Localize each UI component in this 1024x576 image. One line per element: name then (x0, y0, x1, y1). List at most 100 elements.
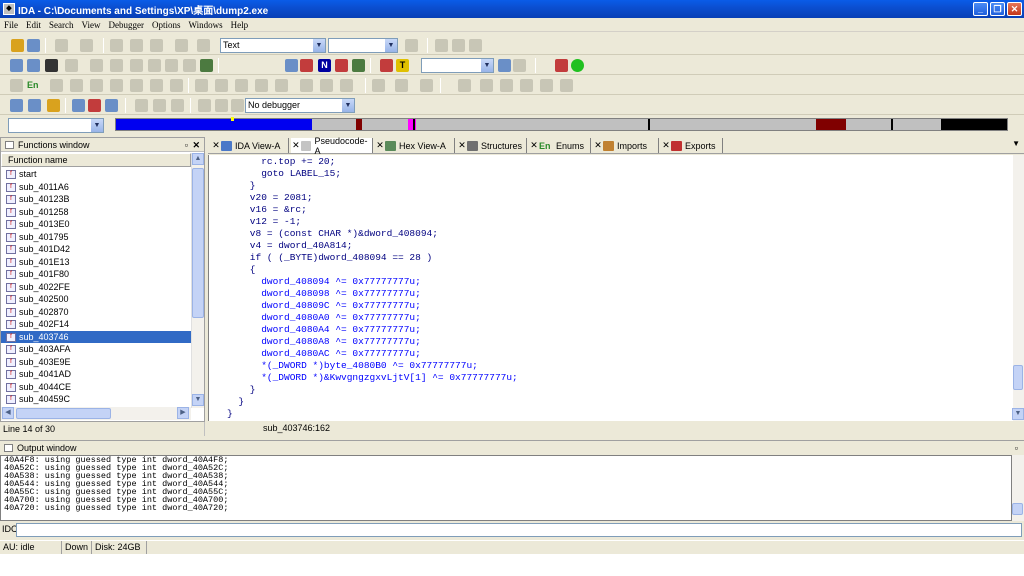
graph-icon[interactable] (10, 59, 23, 72)
bucket-icon[interactable] (165, 59, 178, 72)
tab-ida-view-a[interactable]: ✕ IDA View-A (211, 138, 289, 153)
code-line[interactable]: v8 = (const CHAR *)&dword_408094; (227, 228, 438, 240)
jump-icon[interactable] (197, 39, 210, 52)
type-icon[interactable]: T (396, 59, 409, 72)
code-line[interactable]: dword_40809C ^= 0x77777777u; (227, 300, 421, 312)
colon-icon[interactable] (372, 79, 385, 92)
scroll-thumb[interactable] (16, 408, 111, 419)
tab-imports[interactable]: ✕ Imports (593, 138, 659, 153)
flowchart-icon[interactable] (500, 79, 513, 92)
function-list-item[interactable]: f sub_40123B (1, 193, 191, 206)
code-line[interactable]: *(_DWORD *)byte_4080B0 ^= 0x77777777u; (227, 360, 478, 372)
edit-icon[interactable] (320, 79, 333, 92)
offset-icon[interactable] (90, 79, 103, 92)
menu-search[interactable]: Search (45, 20, 78, 30)
scroll-right-icon[interactable]: ▶ (177, 407, 189, 419)
menu-options[interactable]: Options (148, 20, 185, 30)
tab-structures[interactable]: ✕ Structures (457, 138, 527, 153)
struct-icon[interactable] (148, 59, 161, 72)
functions-vertical-scrollbar[interactable]: ▲ ▼ (191, 153, 204, 408)
close-pane-icon[interactable]: ✕ (192, 138, 200, 152)
menu-debugger[interactable]: Debugger (104, 20, 148, 30)
windows-icon[interactable] (10, 99, 23, 112)
segment-s-icon[interactable] (235, 79, 248, 92)
function-list-item[interactable]: f sub_4011A6 (1, 181, 191, 194)
search-text-icon[interactable] (150, 39, 163, 52)
function-list-item[interactable]: f sub_402870 (1, 306, 191, 319)
k-icon[interactable] (255, 79, 268, 92)
close-tab-icon[interactable]: ✕ (211, 140, 221, 151)
close-tab-icon[interactable]: ✕ (457, 140, 467, 151)
menu-help[interactable]: Help (227, 20, 253, 30)
repeat-icon[interactable] (300, 79, 313, 92)
array-icon[interactable] (130, 59, 143, 72)
minimize-button[interactable]: _ (973, 2, 988, 16)
search-next-icon[interactable] (130, 39, 143, 52)
idc-command-input[interactable] (16, 523, 1022, 537)
nav-band-combo[interactable]: ▼ (8, 118, 104, 133)
call-graph-icon[interactable] (540, 79, 553, 92)
data-icon[interactable] (90, 59, 103, 72)
scroll-down-icon[interactable]: ▼ (1012, 408, 1024, 420)
grid-icon[interactable] (183, 59, 196, 72)
star-icon[interactable] (215, 79, 228, 92)
user-graph-icon[interactable] (560, 79, 573, 92)
function-list-item[interactable]: f sub_4022FE (1, 281, 191, 294)
strings-icon[interactable] (352, 59, 365, 72)
x-ref-icon[interactable] (50, 79, 63, 92)
code-line[interactable]: { (227, 264, 256, 276)
diamond-icon[interactable] (45, 59, 58, 72)
paint-icon[interactable] (380, 59, 393, 72)
close-tab-icon[interactable]: ✕ (291, 140, 301, 151)
function-list-item[interactable]: f sub_401F80 (1, 268, 191, 281)
function-list-item[interactable]: f sub_403E9E (1, 356, 191, 369)
align-icon[interactable] (110, 59, 123, 72)
hex-number-icon[interactable] (130, 79, 143, 92)
color-palette-icon[interactable] (200, 59, 213, 72)
tree-icon[interactable] (480, 79, 493, 92)
function-list-item[interactable]: f sub_401D42 (1, 243, 191, 256)
function-list-item[interactable]: f sub_403746 (1, 330, 191, 343)
cross-icon[interactable] (469, 39, 482, 52)
function-list-item[interactable]: f sub_401258 (1, 206, 191, 219)
menu-windows[interactable]: Windows (185, 20, 227, 30)
tab-hex-view-a[interactable]: ✕ Hex View-A (375, 138, 455, 153)
code-icon[interactable] (65, 59, 78, 72)
monitor-icon[interactable] (28, 99, 41, 112)
stop-icon[interactable] (555, 59, 568, 72)
function-list-item[interactable]: f sub_4013E0 (1, 218, 191, 231)
function-list-item[interactable]: f sub_403AFA (1, 343, 191, 356)
scroll-left-icon[interactable]: ◀ (2, 407, 14, 419)
scroll-thumb[interactable] (1013, 365, 1023, 390)
menu-edit[interactable]: Edit (22, 20, 45, 30)
stop-debug-icon[interactable] (231, 99, 244, 112)
char-icon[interactable] (150, 79, 163, 92)
struct-del-icon[interactable] (88, 99, 101, 112)
search-icon[interactable] (110, 39, 123, 52)
close-tab-icon[interactable]: ✕ (529, 140, 539, 151)
tab-exports[interactable]: ✕ Exports (661, 138, 723, 153)
forward-icon[interactable] (80, 39, 93, 52)
semicolon-icon[interactable] (395, 79, 408, 92)
struct-add-icon[interactable] (72, 99, 85, 112)
code-line[interactable]: goto LABEL_15; (227, 168, 341, 180)
enums-icon[interactable]: En (27, 79, 40, 92)
code-line[interactable]: rc.top += 20; (227, 156, 335, 168)
chart-icon[interactable] (458, 79, 471, 92)
back-icon[interactable] (55, 39, 68, 52)
code-line[interactable]: } (227, 408, 233, 420)
repeat-comment-icon[interactable] (420, 79, 433, 92)
calc-icon[interactable] (513, 59, 526, 72)
pen-icon[interactable] (340, 79, 353, 92)
hex-icon[interactable] (27, 59, 40, 72)
tab-enums[interactable]: ✕ En Enums (529, 138, 591, 153)
code-line[interactable]: } (227, 396, 244, 408)
pause-icon[interactable] (215, 99, 228, 112)
function-list-item[interactable]: f sub_402F14 (1, 318, 191, 331)
code-line[interactable]: v20 = 2081; (227, 192, 313, 204)
segment-combo[interactable]: ▼ (421, 58, 494, 73)
function-list-item[interactable]: f sub_4044CE (1, 381, 191, 394)
hierarchy-icon[interactable] (520, 79, 533, 92)
play-icon[interactable] (198, 99, 211, 112)
scroll-up-icon[interactable]: ▲ (192, 153, 204, 165)
